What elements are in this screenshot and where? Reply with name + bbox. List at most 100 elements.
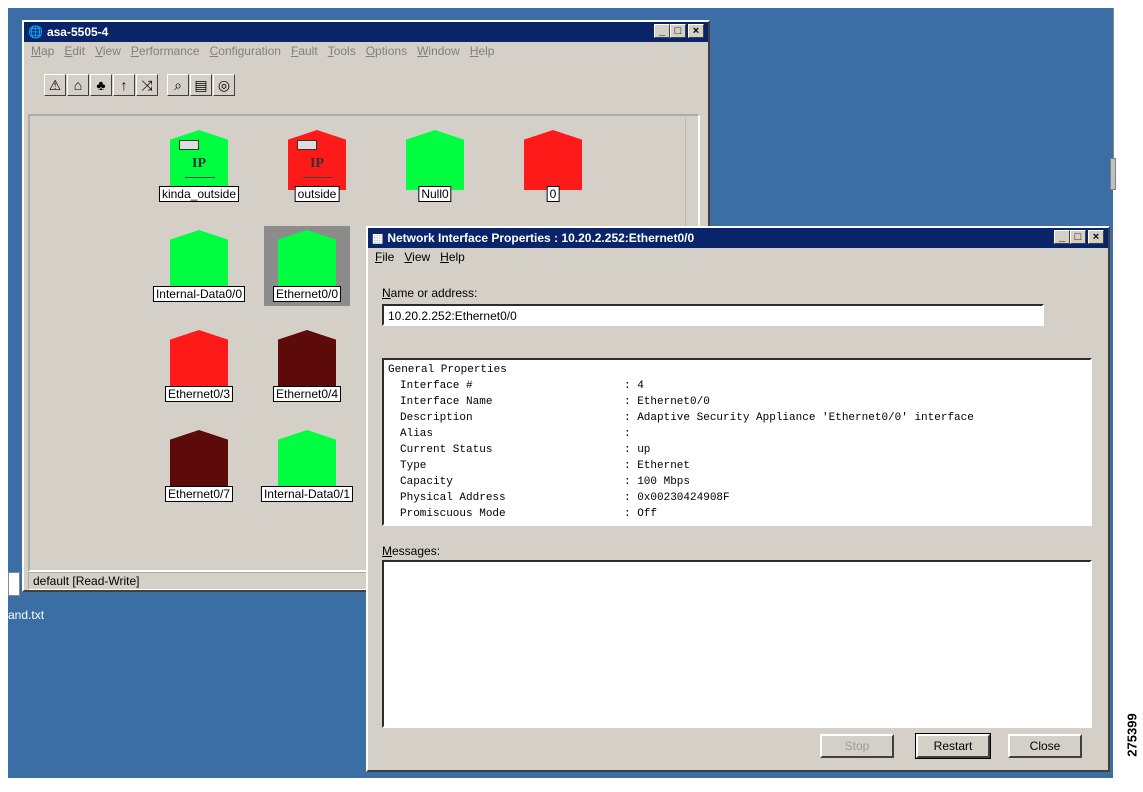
name-field[interactable]: 10.20.2.252:Ethernet0/0 [382, 304, 1044, 326]
minimize-button[interactable]: _ [654, 24, 670, 38]
dialog-menu-help[interactable]: Help [440, 250, 465, 264]
property-value: : Off [624, 508, 658, 520]
interface-symbol-icon [524, 130, 582, 190]
network-icon[interactable]: ♣ [90, 74, 112, 96]
properties-list: General Properties Interface #: 4 Interfac… [384, 360, 1090, 524]
map-node[interactable]: Ethernet0/3 [156, 326, 242, 406]
interface-symbol-icon [278, 330, 336, 390]
property-value: : 4 [624, 380, 644, 392]
dialog-close-icon[interactable]: × [1088, 230, 1104, 244]
property-key: Physical Address [400, 492, 506, 504]
map-window-title: asa-5505-4 [46, 25, 109, 39]
dialog-menubar: File View Help [368, 248, 1108, 266]
desktop-file-label[interactable]: and.txt [8, 608, 44, 622]
menu-window[interactable]: Window [417, 44, 460, 58]
node-label: Ethernet0/3 [164, 386, 234, 402]
property-key: Capacity [400, 476, 453, 488]
map-scrollbar[interactable] [685, 118, 696, 238]
interface-symbol-icon [170, 230, 228, 290]
home-icon[interactable]: ⌂ [67, 74, 89, 96]
property-value: : Adaptive Security Appliance 'Ethernet0… [624, 412, 974, 424]
menu-map[interactable]: Map [31, 44, 54, 58]
property-key: Promiscuous Mode [400, 508, 506, 520]
figure-number: 275399 [1124, 713, 1140, 757]
map-node[interactable]: Internal-Data0/1 [260, 426, 354, 506]
menu-view[interactable]: View [95, 44, 121, 58]
submap-up-icon[interactable]: ⚠ [44, 74, 66, 96]
node-label: Ethernet0/7 [164, 486, 234, 502]
dialog-icon: ▦ [372, 231, 384, 245]
node-label: 0 [546, 186, 560, 202]
map-node[interactable]: 0 [510, 126, 596, 206]
restart-button[interactable]: Restart [915, 733, 991, 759]
ip-network-icon: IP [295, 140, 339, 182]
property-value: : Ethernet [624, 460, 691, 472]
interface-properties-dialog: ▦ Network Interface Properties : 10.20.2… [366, 226, 1110, 772]
dialog-menu-view[interactable]: View [404, 250, 430, 264]
property-value: : 100 Mbps [624, 476, 691, 488]
interface-symbol-icon [170, 330, 228, 390]
properties-box[interactable]: General Properties Interface #: 4 Interfac… [382, 358, 1092, 526]
map-menubar: Map Edit View Performance Configuration Fault… [24, 42, 708, 60]
dialog-menu-file[interactable]: File [375, 250, 394, 264]
menu-edit[interactable]: Edit [64, 44, 85, 58]
property-key: Type [400, 460, 427, 472]
menu-tools[interactable]: Tools [328, 44, 356, 58]
dialog-maximize-button[interactable]: □ [1070, 230, 1086, 244]
property-key: Interface # [400, 380, 473, 392]
dialog-minimize-button[interactable]: _ [1054, 230, 1070, 244]
property-row: Alias: [388, 426, 1086, 442]
node-label: kinda_outside [158, 186, 240, 202]
property-row: Promiscuous Mode : Off [388, 506, 1086, 522]
property-key: Current Status [400, 444, 493, 456]
map-node[interactable]: Ethernet0/4 [264, 326, 350, 406]
stop-button[interactable]: Stop [820, 734, 894, 758]
route-icon[interactable]: ⤨ [136, 74, 158, 96]
network-device-icon[interactable]: ▤ [190, 74, 212, 96]
interface-symbol-icon [278, 430, 336, 490]
search-icon[interactable]: ⌕ [167, 74, 189, 96]
menu-configuration[interactable]: Configuration [210, 44, 281, 58]
map-node[interactable]: Internal-Data0/0 [152, 226, 246, 306]
messages-label: Messages: [382, 544, 441, 558]
map-window-titlebar[interactable]: 🌐 asa-5505-4 _ □ × [24, 22, 708, 42]
ip-map-icon[interactable]: ◎ [213, 74, 235, 96]
menu-performance[interactable]: Performance [131, 44, 200, 58]
property-row: Physical Address : 0x00230424908F [388, 490, 1086, 506]
property-value: : [624, 428, 631, 440]
property-row: Capacity : 100 Mbps [388, 474, 1086, 490]
property-value: : Ethernet0/0 [624, 396, 710, 408]
interface-symbol-icon [406, 130, 464, 190]
maximize-button[interactable]: □ [670, 24, 686, 38]
property-key: Alias [400, 428, 434, 440]
property-row: Interface # : 4 [388, 378, 1086, 394]
name-label: Name or address: [382, 286, 478, 300]
dialog-titlebar[interactable]: ▦ Network Interface Properties : 10.20.2… [368, 228, 1108, 248]
interface-symbol-icon [170, 430, 228, 490]
map-node[interactable]: IP outside [274, 126, 360, 206]
background-window-edge [1110, 8, 1119, 190]
map-node[interactable]: Ethernet0/7 [156, 426, 242, 506]
node-label: outside [294, 186, 340, 202]
app-globe-icon: 🌐 [28, 25, 43, 39]
property-value: : 0x00230424908F [624, 492, 730, 504]
map-node[interactable]: IP kinda_outside [156, 126, 242, 206]
property-key: Interface Name [400, 396, 493, 408]
properties-header: General Properties [388, 364, 507, 376]
map-node[interactable]: Ethernet0/0 [264, 226, 350, 306]
menu-fault[interactable]: Fault [291, 44, 318, 58]
up-arrow-icon[interactable]: ↑ [113, 74, 135, 96]
text-file-icon[interactable] [8, 572, 20, 596]
messages-box[interactable] [382, 560, 1092, 728]
node-label: Internal-Data0/1 [260, 486, 354, 502]
menu-help[interactable]: Help [470, 44, 495, 58]
property-key: Description [400, 412, 473, 424]
menu-options[interactable]: Options [366, 44, 407, 58]
close-button[interactable]: Close [1008, 734, 1082, 758]
map-toolbar: ⚠ ⌂ ♣ ↑ ⤨ ⌕ ▤ ◎ [44, 74, 236, 96]
map-node[interactable]: Null0 [392, 126, 478, 206]
property-row: Type : Ethernet [388, 458, 1086, 474]
dialog-title: Network Interface Properties : 10.20.2.2… [387, 231, 695, 245]
close-icon[interactable]: × [688, 24, 704, 38]
node-label: Ethernet0/4 [272, 386, 342, 402]
